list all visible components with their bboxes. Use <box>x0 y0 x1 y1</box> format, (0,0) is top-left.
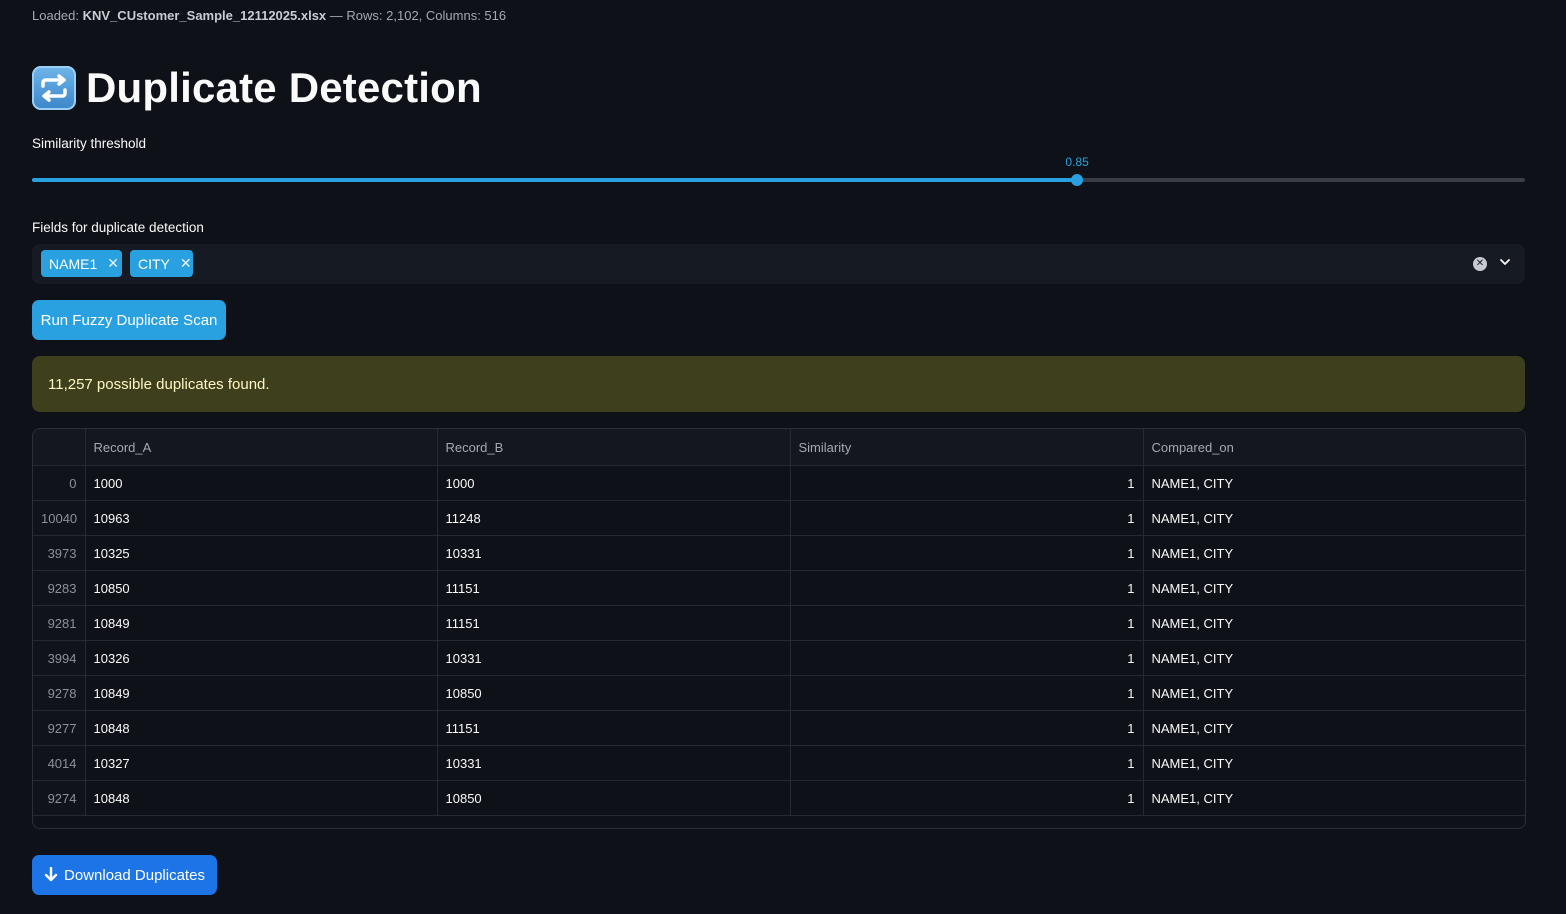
chevron-down-icon[interactable] <box>1497 254 1513 270</box>
compared-on-cell[interactable]: NAME1, CITY <box>1143 570 1525 606</box>
compared-on-cell[interactable]: NAME1, CITY <box>1143 675 1525 711</box>
similarity-cell[interactable]: 1 <box>790 465 1144 501</box>
compared-on-cell[interactable]: NAME1, CITY <box>1143 500 1525 536</box>
loaded-file-status: Loaded: KNV_CUstomer_Sample_12112025.xls… <box>32 8 506 23</box>
compared-on-cell[interactable]: NAME1, CITY <box>1143 465 1525 501</box>
column-header-compared-on[interactable]: Compared_on <box>1143 429 1525 466</box>
record-b-cell[interactable]: 11151 <box>437 570 791 606</box>
clear-all-icon[interactable]: ✕ <box>1473 257 1487 271</box>
similarity-threshold-slider[interactable]: 0.85 <box>32 150 1525 190</box>
slider-value-label: 0.85 <box>1065 155 1089 169</box>
similarity-cell[interactable]: 1 <box>790 675 1144 711</box>
compared-on-cell[interactable]: NAME1, CITY <box>1143 640 1525 676</box>
duplicates-table[interactable]: Record_A Record_B Similarity Compared_on… <box>32 428 1526 829</box>
record-a-cell[interactable]: 1000 <box>85 465 438 501</box>
table-row[interactable]: 9283 10850 11151 1 NAME1, CITY <box>33 570 1525 606</box>
record-b-cell[interactable]: 10850 <box>437 675 791 711</box>
table-row[interactable]: 4014 10327 10331 1 NAME1, CITY <box>33 745 1525 781</box>
similarity-cell[interactable]: 1 <box>790 710 1144 746</box>
loaded-filename: KNV_CUstomer_Sample_12112025.xlsx <box>82 8 327 23</box>
loaded-prefix: Loaded: <box>32 8 79 23</box>
record-a-cell[interactable]: 10848 <box>85 780 438 816</box>
table-row[interactable]: 3994 10326 10331 1 NAME1, CITY <box>33 640 1525 676</box>
table-row[interactable]: 9278 10849 10850 1 NAME1, CITY <box>33 675 1525 711</box>
download-arrow-icon <box>44 867 58 882</box>
app-root: Loaded: KNV_CUstomer_Sample_12112025.xls… <box>0 0 1566 914</box>
row-index-cell[interactable]: 9281 <box>33 605 86 641</box>
table-row[interactable]: 0 1000 1000 1 NAME1, CITY <box>33 465 1525 501</box>
row-index-cell[interactable]: 9283 <box>33 570 86 606</box>
compared-on-cell[interactable]: NAME1, CITY <box>1143 605 1525 641</box>
record-b-cell[interactable]: 11151 <box>437 605 791 641</box>
download-label: Download Duplicates <box>64 866 205 884</box>
slider-thumb[interactable] <box>1071 174 1084 186</box>
record-a-cell[interactable]: 10326 <box>85 640 438 676</box>
run-scan-button[interactable]: Run Fuzzy Duplicate Scan <box>32 300 226 340</box>
repeat-arrows-icon <box>32 66 76 110</box>
row-index-cell[interactable]: 9278 <box>33 675 86 711</box>
row-index-cell[interactable]: 9277 <box>33 710 86 746</box>
table-row[interactable]: 9274 10848 10850 1 NAME1, CITY <box>33 780 1525 816</box>
column-header-index[interactable] <box>33 429 86 466</box>
field-tag-name1: NAME1 ✕ <box>41 250 122 277</box>
similarity-cell[interactable]: 1 <box>790 745 1144 781</box>
similarity-cell[interactable]: 1 <box>790 500 1144 536</box>
compared-on-cell[interactable]: NAME1, CITY <box>1143 780 1525 816</box>
record-a-cell[interactable]: 10848 <box>85 710 438 746</box>
similarity-threshold-label: Similarity threshold <box>32 136 147 151</box>
column-header-similarity[interactable]: Similarity <box>790 429 1144 466</box>
fields-multiselect[interactable]: NAME1 ✕ CITY ✕ ✕ <box>32 244 1525 284</box>
field-tag-label: NAME1 <box>49 255 98 272</box>
record-a-cell[interactable]: 10325 <box>85 535 438 571</box>
similarity-cell[interactable]: 1 <box>790 570 1144 606</box>
remove-tag-icon[interactable]: ✕ <box>107 255 119 272</box>
record-b-cell[interactable]: 10331 <box>437 745 791 781</box>
remove-tag-icon[interactable]: ✕ <box>180 255 192 272</box>
table-row[interactable]: 10040 10963 11248 1 NAME1, CITY <box>33 500 1525 536</box>
row-index-cell[interactable]: 3973 <box>33 535 86 571</box>
table-row[interactable]: 9277 10848 11151 1 NAME1, CITY <box>33 710 1525 746</box>
compared-on-cell[interactable]: NAME1, CITY <box>1143 535 1525 571</box>
record-b-cell[interactable]: 11248 <box>437 500 791 536</box>
record-b-cell[interactable]: 10850 <box>437 780 791 816</box>
result-message: 11,257 possible duplicates found. <box>48 375 270 393</box>
table-row[interactable]: 3973 10325 10331 1 NAME1, CITY <box>33 535 1525 571</box>
slider-fill <box>32 178 1078 182</box>
similarity-cell[interactable]: 1 <box>790 535 1144 571</box>
fields-label: Fields for duplicate detection <box>32 220 204 235</box>
record-a-cell[interactable]: 10327 <box>85 745 438 781</box>
compared-on-cell[interactable]: NAME1, CITY <box>1143 710 1525 746</box>
page-title: Duplicate Detection <box>86 64 482 111</box>
similarity-cell[interactable]: 1 <box>790 640 1144 676</box>
record-b-cell[interactable]: 10331 <box>437 535 791 571</box>
column-header-record-b[interactable]: Record_B <box>437 429 791 466</box>
row-index-cell[interactable]: 0 <box>33 465 86 501</box>
table-row[interactable]: 9281 10849 11151 1 NAME1, CITY <box>33 605 1525 641</box>
similarity-cell[interactable]: 1 <box>790 780 1144 816</box>
compared-on-cell[interactable]: NAME1, CITY <box>1143 745 1525 781</box>
record-a-cell[interactable]: 10849 <box>85 675 438 711</box>
record-a-cell[interactable]: 10850 <box>85 570 438 606</box>
record-b-cell[interactable]: 1000 <box>437 465 791 501</box>
field-tag-label: CITY <box>138 255 170 272</box>
field-tag-city: CITY ✕ <box>130 250 193 277</box>
record-b-cell[interactable]: 11151 <box>437 710 791 746</box>
page-header: Duplicate Detection <box>32 64 482 112</box>
result-alert: 11,257 possible duplicates found. <box>32 356 1525 412</box>
download-duplicates-button[interactable]: Download Duplicates <box>32 855 217 895</box>
row-index-cell[interactable]: 3994 <box>33 640 86 676</box>
record-a-cell[interactable]: 10963 <box>85 500 438 536</box>
similarity-cell[interactable]: 1 <box>790 605 1144 641</box>
record-a-cell[interactable]: 10849 <box>85 605 438 641</box>
table-header-row: Record_A Record_B Similarity Compared_on <box>33 429 1525 466</box>
row-index-cell[interactable]: 10040 <box>33 500 86 536</box>
row-index-cell[interactable]: 9274 <box>33 780 86 816</box>
row-index-cell[interactable]: 4014 <box>33 745 86 781</box>
loaded-details: — Rows: 2,102, Columns: 516 <box>329 8 507 23</box>
column-header-record-a[interactable]: Record_A <box>85 429 438 466</box>
record-b-cell[interactable]: 10331 <box>437 640 791 676</box>
